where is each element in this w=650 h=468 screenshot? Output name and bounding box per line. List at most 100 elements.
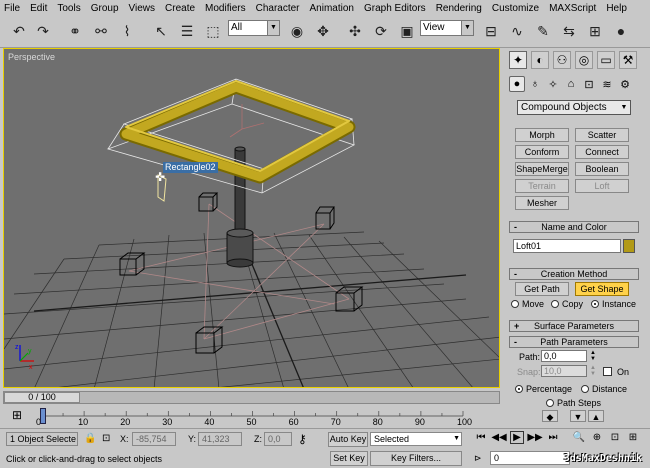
auto-key-button[interactable]: Auto Key: [328, 432, 368, 447]
z-coord-field[interactable]: 0,0: [264, 432, 292, 446]
menu-item-graph-editors[interactable]: Graph Editors: [364, 3, 426, 14]
get-path-button[interactable]: Get Path: [515, 282, 569, 296]
loft-button[interactable]: Loft: [575, 179, 629, 193]
spacewarps-icon[interactable]: ≋: [599, 76, 615, 92]
copy-radio[interactable]: Copy: [551, 299, 583, 309]
zoom-all-icon[interactable]: ⊕: [590, 431, 604, 444]
time-slider-thumb[interactable]: 0 / 100: [4, 392, 80, 403]
transform-mode-icon[interactable]: ⊡: [102, 433, 110, 444]
create-tab-icon[interactable]: ✦: [509, 51, 527, 69]
hierarchy-tab-icon[interactable]: ⚇: [553, 51, 571, 69]
cameras-icon[interactable]: ⌂: [563, 76, 579, 92]
menu-item-help[interactable]: Help: [606, 3, 627, 14]
menu-item-edit[interactable]: Edit: [30, 3, 47, 14]
play-icon[interactable]: ▶: [510, 431, 524, 444]
select-by-name-icon[interactable]: ☰: [176, 20, 198, 42]
menu-item-modifiers[interactable]: Modifiers: [205, 3, 246, 14]
path-parameters-rollout-header[interactable]: - Path Parameters: [509, 336, 639, 348]
snap-spinner[interactable]: ▲ ▼: [589, 365, 597, 377]
menu-item-create[interactable]: Create: [165, 3, 195, 14]
go-to-end-icon[interactable]: ⏭: [546, 431, 560, 444]
path-spinner[interactable]: ▲ ▼: [589, 350, 597, 362]
category-dropdown[interactable]: Compound Objects ▼: [517, 100, 631, 115]
shapes-icon[interactable]: ♁: [527, 76, 543, 92]
select-object-icon[interactable]: ↖: [150, 20, 172, 42]
menu-item-file[interactable]: File: [4, 3, 20, 14]
key-icon[interactable]: ⚷: [298, 432, 307, 446]
next-shape-icon[interactable]: ▲: [588, 410, 604, 422]
select-and-manipulate-icon[interactable]: ◉: [286, 20, 308, 42]
display-tab-icon[interactable]: ▭: [597, 51, 615, 69]
next-frame-icon[interactable]: ▶▶: [527, 431, 542, 444]
zoom-extents-icon[interactable]: ⊡: [608, 431, 622, 444]
object-color-swatch[interactable]: [623, 239, 635, 253]
helpers-icon[interactable]: ⊡: [581, 76, 597, 92]
menu-item-character[interactable]: Character: [256, 3, 300, 14]
material-editor-icon[interactable]: ●: [610, 20, 632, 42]
loft-object[interactable]: [119, 80, 356, 184]
previous-frame-icon[interactable]: ◀◀: [491, 431, 506, 444]
distance-radio[interactable]: Distance: [581, 384, 627, 394]
menu-item-rendering[interactable]: Rendering: [436, 3, 482, 14]
time-slider-track[interactable]: 0 / 100: [3, 391, 500, 404]
zoom-icon[interactable]: 🔍: [572, 431, 586, 444]
motion-tab-icon[interactable]: ◎: [575, 51, 593, 69]
lights-icon[interactable]: ✧: [545, 76, 561, 92]
angle-snap-icon[interactable]: ∿: [506, 20, 528, 42]
pivot-center-icon[interactable]: ⊟: [480, 20, 502, 42]
menu-item-customize[interactable]: Customize: [492, 3, 539, 14]
connect-button[interactable]: Connect: [575, 145, 629, 159]
key-filters-button[interactable]: Key Filters...: [370, 451, 462, 466]
prev-shape-icon[interactable]: ▼: [570, 410, 586, 422]
viewport-label[interactable]: Perspective: [8, 52, 55, 62]
undo-icon[interactable]: ↶: [8, 20, 30, 42]
boolean-button[interactable]: Boolean: [575, 162, 629, 176]
move-radio[interactable]: Move: [511, 299, 544, 309]
key-mode-select[interactable]: Selected ▼: [370, 432, 462, 446]
reference-coord-select[interactable]: View ▼: [420, 20, 474, 36]
named-selection-icon[interactable]: ✎: [532, 20, 554, 42]
lock-icon[interactable]: 🔒: [84, 433, 96, 444]
scatter-button[interactable]: Scatter: [575, 128, 629, 142]
snap-on-checkbox[interactable]: [603, 367, 612, 376]
perspective-viewport[interactable]: ✜ z x y Perspective Rectangle02: [3, 48, 500, 388]
align-icon[interactable]: ⊞: [584, 20, 606, 42]
mirror-icon[interactable]: ⇆: [558, 20, 580, 42]
menu-item-animation[interactable]: Animation: [310, 3, 354, 14]
creation-method-rollout-header[interactable]: - Creation Method: [509, 268, 639, 280]
select-and-move-icon[interactable]: ✥: [312, 20, 334, 42]
zoom-extents-all-icon[interactable]: ⊞: [626, 431, 640, 444]
modify-tab-icon[interactable]: ◐: [531, 51, 549, 69]
menu-item-group[interactable]: Group: [91, 3, 119, 14]
snap-value-field[interactable]: 10,0: [541, 365, 587, 377]
set-key-button[interactable]: Set Key: [330, 451, 368, 466]
systems-icon[interactable]: ⚙: [617, 76, 633, 92]
select-and-squash-icon[interactable]: ▣: [396, 20, 418, 42]
go-to-start-icon[interactable]: ⏮: [474, 431, 488, 444]
surface-parameters-rollout-header[interactable]: + Surface Parameters: [509, 320, 639, 332]
mesher-button[interactable]: Mesher: [515, 196, 569, 210]
select-link-icon[interactable]: ⚭: [64, 20, 86, 42]
unlink-icon[interactable]: ⚯: [90, 20, 112, 42]
geometry-icon[interactable]: ●: [509, 76, 525, 92]
morph-button[interactable]: Morph: [515, 128, 569, 142]
get-shape-button[interactable]: Get Shape: [575, 282, 629, 296]
object-name-field[interactable]: Loft01: [513, 239, 621, 253]
utilities-tab-icon[interactable]: ⚒: [619, 51, 637, 69]
current-frame-marker[interactable]: [40, 408, 46, 424]
trackbar[interactable]: ⊞ 0 10 20 30 40 50 60 70 80 90 100: [0, 406, 505, 428]
selection-region-icon[interactable]: ⬚: [202, 20, 224, 42]
name-color-rollout-header[interactable]: - Name and Color: [509, 221, 639, 233]
path-value-field[interactable]: 0,0: [541, 350, 587, 362]
menu-item-maxscript[interactable]: MAXScript: [549, 3, 596, 14]
percentage-radio[interactable]: Percentage: [515, 384, 572, 394]
conform-button[interactable]: Conform: [515, 145, 569, 159]
select-and-scale-icon[interactable]: ⟳: [370, 20, 392, 42]
pick-shape-icon[interactable]: ◆: [542, 410, 558, 422]
x-coord-field[interactable]: -85,754: [132, 432, 176, 446]
y-coord-field[interactable]: 41,323: [198, 432, 242, 446]
selection-filter-select[interactable]: All ▼: [228, 20, 280, 36]
menu-item-views[interactable]: Views: [129, 3, 156, 14]
instance-radio[interactable]: Instance: [591, 299, 636, 309]
current-frame-field[interactable]: 0: [490, 451, 570, 465]
